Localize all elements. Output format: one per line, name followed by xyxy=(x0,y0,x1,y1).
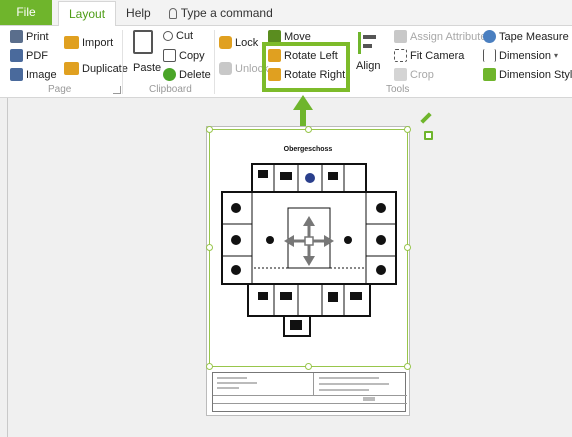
duplicate-icon xyxy=(64,62,79,75)
printer-icon xyxy=(10,30,23,43)
tab-help[interactable]: Help xyxy=(116,1,161,25)
tab-file[interactable]: File xyxy=(0,0,52,25)
separator xyxy=(122,30,123,94)
copy-icon xyxy=(163,49,176,62)
title-block-text xyxy=(319,377,379,379)
resize-handle-right[interactable] xyxy=(404,244,411,251)
import-button[interactable]: Import xyxy=(64,36,113,49)
resize-handle-left[interactable] xyxy=(206,244,213,251)
align-icon xyxy=(358,32,376,54)
paste-icon xyxy=(133,30,153,54)
title-block xyxy=(212,372,407,412)
title-block-divider xyxy=(313,373,314,395)
command-search-placeholder: Type a command xyxy=(180,6,273,20)
save-image-icon xyxy=(10,68,23,81)
tape-measure-button[interactable]: Tape Measure xyxy=(483,30,569,43)
crop-icon xyxy=(394,68,407,81)
dimension-dropdown[interactable]: Dimension ▾ xyxy=(483,49,558,62)
ribbon-tab-bar: File Layout Help Type a command xyxy=(0,0,572,26)
cut-button[interactable]: Cut xyxy=(163,30,193,42)
viewport-icon[interactable] xyxy=(424,131,433,140)
fit-camera-button[interactable]: Fit Camera xyxy=(394,49,464,62)
rotate-highlight-box xyxy=(262,42,350,92)
resize-handle-bottom-right[interactable] xyxy=(404,363,411,370)
title-block-text xyxy=(217,382,257,384)
resize-handle-top-left[interactable] xyxy=(206,126,213,133)
resize-handle-bottom[interactable] xyxy=(305,363,312,370)
copy-button[interactable]: Copy xyxy=(163,49,205,62)
resize-handle-bottom-left[interactable] xyxy=(206,363,213,370)
lock-button[interactable]: Lock xyxy=(219,36,258,49)
print-button[interactable]: Print xyxy=(10,30,49,43)
paste-button[interactable]: Paste xyxy=(133,62,161,74)
dimension-styles-button[interactable]: Dimension Styles xyxy=(483,68,572,81)
dimension-icon xyxy=(483,49,496,62)
lightbulb-icon xyxy=(168,7,177,19)
save-pdf-icon xyxy=(10,49,23,62)
selection-frame[interactable] xyxy=(209,129,408,367)
title-block-divider xyxy=(213,403,407,404)
dimension-styles-icon xyxy=(483,68,496,81)
resize-handle-top[interactable] xyxy=(305,126,312,133)
import-folder-icon xyxy=(64,36,79,49)
pdf-button[interactable]: PDF xyxy=(10,49,48,62)
delete-icon xyxy=(163,68,176,81)
unlock-icon xyxy=(219,62,232,75)
title-block-text xyxy=(217,387,239,389)
assign-attributes-button[interactable]: Assign Attributes xyxy=(394,30,492,43)
assign-attributes-icon xyxy=(394,30,407,43)
duplicate-button[interactable]: Duplicate xyxy=(64,62,128,75)
title-block-text xyxy=(363,397,375,401)
group-label-page: Page xyxy=(48,84,72,95)
title-block-text xyxy=(217,377,247,379)
crop-button[interactable]: Crop xyxy=(394,68,434,81)
tab-layout[interactable]: Layout xyxy=(58,1,117,26)
title-block-divider xyxy=(213,395,407,396)
canvas-edge xyxy=(7,98,8,437)
delete-button[interactable]: Delete xyxy=(163,68,211,81)
resize-handle-top-right[interactable] xyxy=(404,126,411,133)
separator xyxy=(214,30,215,94)
align-dropdown[interactable]: Align xyxy=(356,60,380,72)
scissors-icon xyxy=(163,31,173,41)
lock-icon xyxy=(219,36,232,49)
group-label-tools: Tools xyxy=(386,84,410,95)
title-block-text xyxy=(319,383,389,385)
image-button[interactable]: Image xyxy=(10,68,57,81)
command-search[interactable]: Type a command xyxy=(161,1,273,25)
tape-measure-icon xyxy=(483,30,496,43)
fit-camera-icon xyxy=(394,49,407,62)
chevron-down-icon: ▾ xyxy=(553,51,558,60)
group-label-clipboard: Clipboard xyxy=(149,84,192,95)
page-dialog-launcher[interactable] xyxy=(113,86,121,94)
title-block-text xyxy=(319,389,369,391)
